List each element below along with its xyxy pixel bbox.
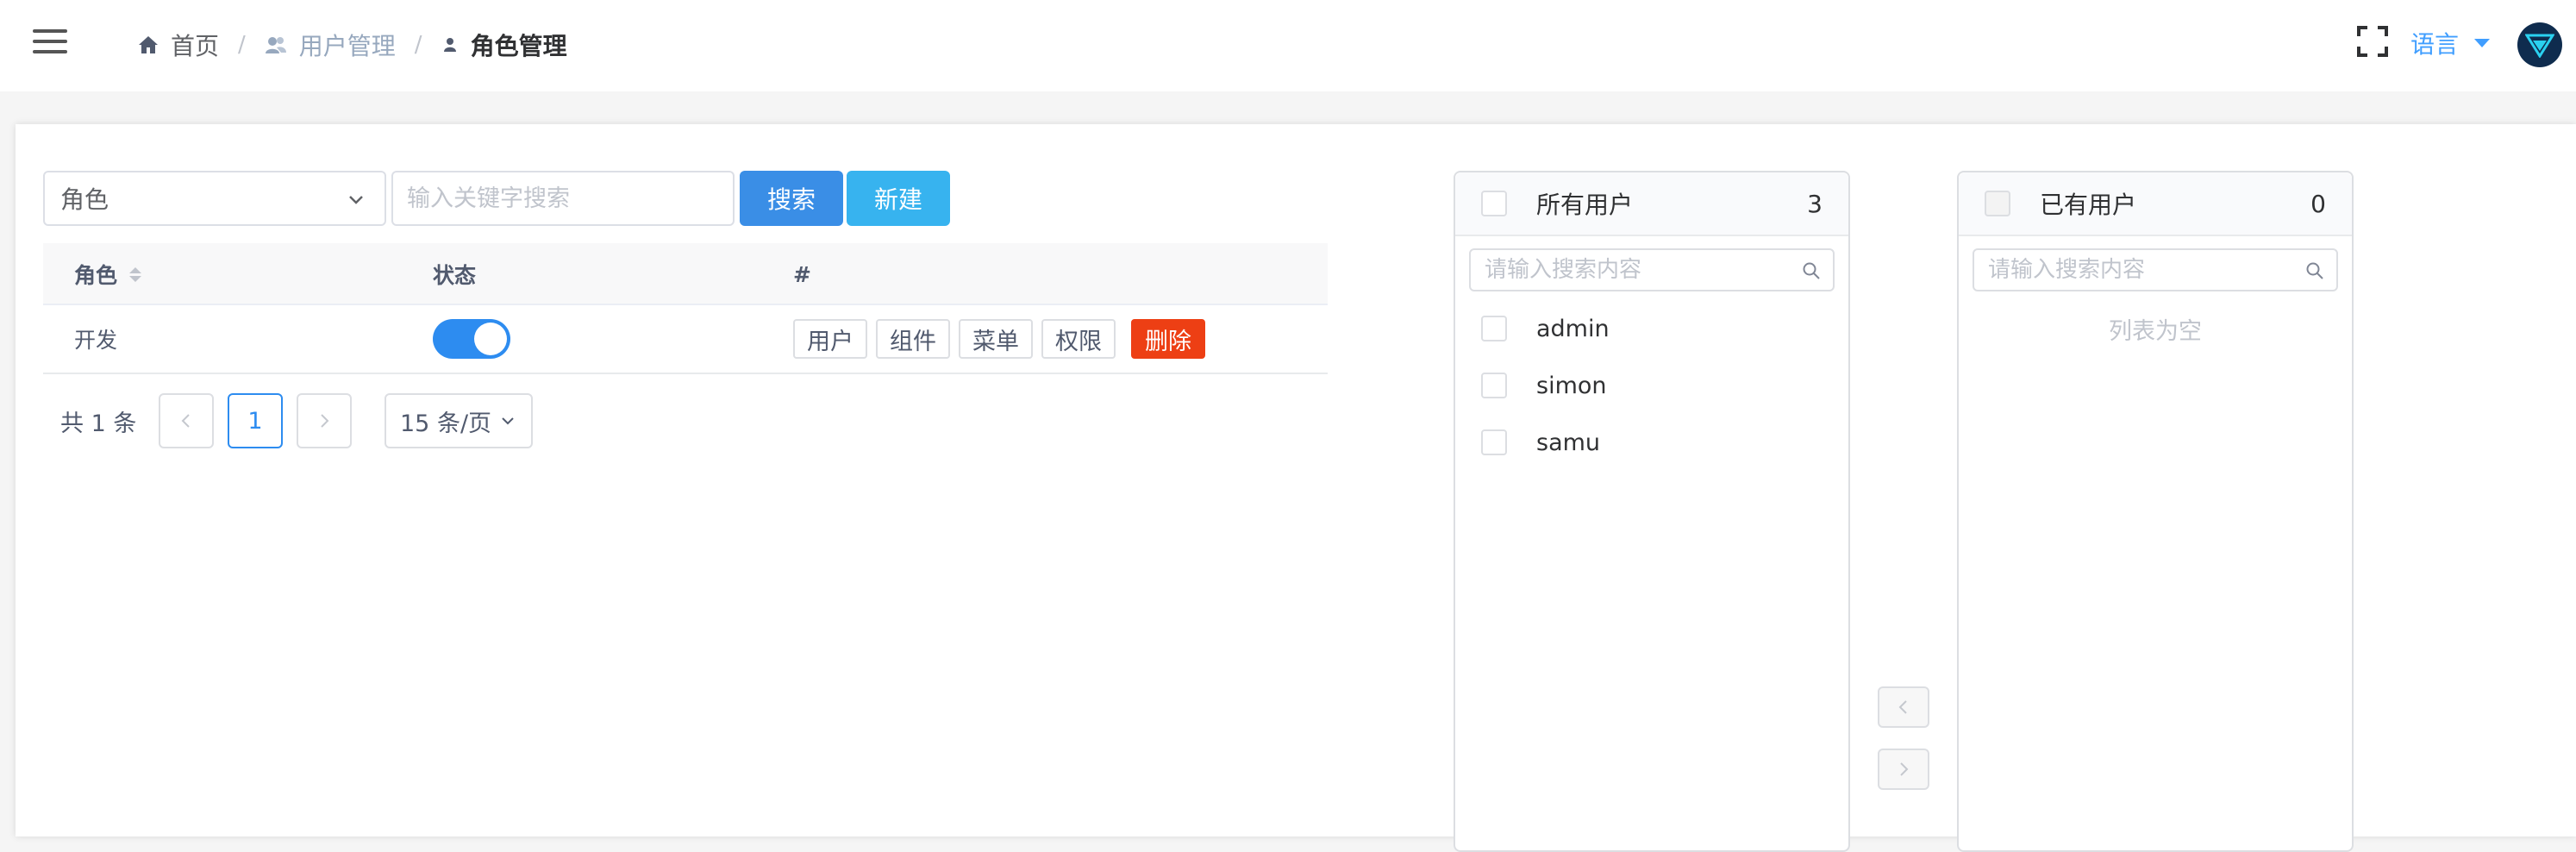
page-1-button[interactable]: 1 — [228, 393, 283, 448]
users-button[interactable]: 用户 — [793, 319, 867, 359]
user-checkbox[interactable] — [1481, 429, 1507, 455]
pagination: 共 1 条 1 15 条/页 — [60, 393, 533, 448]
role-name: 开发 — [74, 328, 118, 353]
column-status-label: 状态 — [433, 263, 477, 288]
user-name: samu — [1536, 429, 1601, 456]
move-right-button[interactable] — [1878, 749, 1929, 790]
next-page-button[interactable] — [297, 393, 352, 448]
chevron-left-icon — [1898, 700, 1907, 714]
assigned-users-header: 已有用户 0 — [1959, 172, 2352, 236]
search-button[interactable]: 搜索 — [740, 171, 843, 226]
total-count: 共 1 条 — [60, 410, 137, 437]
chevron-down-icon — [502, 417, 514, 425]
assigned-users-title: 已有用户 — [2040, 191, 2137, 219]
breadcrumb-separator: / — [414, 32, 422, 58]
breadcrumb-users[interactable]: 用户管理 — [265, 28, 396, 62]
breadcrumb-separator: / — [238, 32, 246, 58]
chevron-left-icon — [181, 414, 190, 428]
prev-page-button[interactable] — [159, 393, 214, 448]
page-size-value: 15 条/页 — [400, 410, 492, 437]
all-users-list: admin simon samu — [1455, 300, 1848, 471]
language-label: 语言 — [2410, 30, 2460, 59]
list-item[interactable]: samu — [1455, 414, 1848, 471]
assigned-users-search — [1973, 248, 2338, 291]
all-users-panel: 所有用户 3 admin simon samu — [1454, 171, 1850, 852]
sort-icon[interactable] — [129, 266, 142, 282]
avatar[interactable] — [2517, 22, 2562, 67]
move-left-button[interactable] — [1878, 686, 1929, 728]
breadcrumb-home[interactable]: 首页 — [138, 28, 219, 62]
breadcrumb-roles: 角色管理 — [441, 28, 567, 62]
permissions-button[interactable]: 权限 — [1041, 319, 1116, 359]
menu-button[interactable]: 菜单 — [959, 319, 1033, 359]
page-title: 角色管理 — [470, 32, 567, 60]
caret-down-icon — [2474, 39, 2491, 47]
users-icon — [265, 37, 286, 53]
assigned-users-search-input[interactable] — [1974, 257, 2285, 283]
table-row: 开发 用户 组件 菜单 权限 删除 — [43, 305, 1328, 374]
search-icon — [2306, 262, 2323, 279]
delete-button[interactable]: 删除 — [1131, 319, 1205, 359]
logo-icon — [2525, 34, 2554, 58]
select-all-checkbox[interactable] — [1481, 191, 1507, 216]
table-header: 角色 状态 # — [43, 243, 1328, 305]
all-users-title: 所有用户 — [1536, 191, 1634, 219]
fullscreen-icon[interactable] — [2357, 26, 2388, 57]
column-role-label: 角色 — [74, 263, 118, 288]
user-checkbox[interactable] — [1481, 373, 1507, 398]
column-status: 状态 — [433, 243, 476, 305]
components-button[interactable]: 组件 — [876, 319, 950, 359]
chevron-down-icon — [349, 196, 363, 204]
new-button[interactable]: 新建 — [847, 171, 950, 226]
user-checkbox[interactable] — [1481, 316, 1507, 341]
chevron-right-icon — [321, 414, 329, 428]
status-toggle[interactable] — [433, 319, 510, 359]
select-all-checkbox[interactable] — [1985, 191, 2010, 216]
top-navbar: 首页 / 用户管理 / 角色管理 语言 — [0, 0, 2576, 91]
user-icon — [443, 38, 456, 52]
field-select-value: 角色 — [60, 185, 109, 214]
column-actions-label: # — [793, 261, 811, 287]
all-users-search-input[interactable] — [1471, 257, 1781, 283]
field-select[interactable]: 角色 — [43, 171, 386, 226]
empty-list-text: 列表为空 — [2109, 318, 2202, 345]
hamburger-menu-icon[interactable] — [33, 28, 71, 55]
list-item[interactable]: admin — [1455, 300, 1848, 357]
user-name: admin — [1536, 315, 1610, 342]
list-item[interactable]: simon — [1455, 357, 1848, 414]
chevron-right-icon — [1900, 762, 1909, 776]
keyword-search-input[interactable] — [391, 171, 735, 226]
column-actions: # — [793, 243, 811, 305]
assigned-users-panel: 已有用户 0 列表为空 — [1957, 171, 2354, 852]
language-dropdown[interactable]: 语言 — [2410, 26, 2491, 60]
all-users-search — [1469, 248, 1835, 291]
column-role[interactable]: 角色 — [74, 243, 142, 305]
assigned-users-count: 0 — [2310, 189, 2326, 218]
home-icon — [139, 36, 158, 53]
search-icon — [1803, 262, 1820, 279]
page-size-select[interactable]: 15 条/页 — [385, 393, 533, 448]
breadcrumb-users-label: 用户管理 — [298, 32, 396, 60]
all-users-count: 3 — [1807, 189, 1823, 218]
all-users-header: 所有用户 3 — [1455, 172, 1848, 236]
breadcrumb-home-label: 首页 — [171, 32, 220, 60]
breadcrumb: 首页 / 用户管理 / 角色管理 — [138, 26, 567, 64]
row-actions: 用户 组件 菜单 权限 删除 — [793, 305, 1214, 373]
user-name: simon — [1536, 372, 1607, 399]
